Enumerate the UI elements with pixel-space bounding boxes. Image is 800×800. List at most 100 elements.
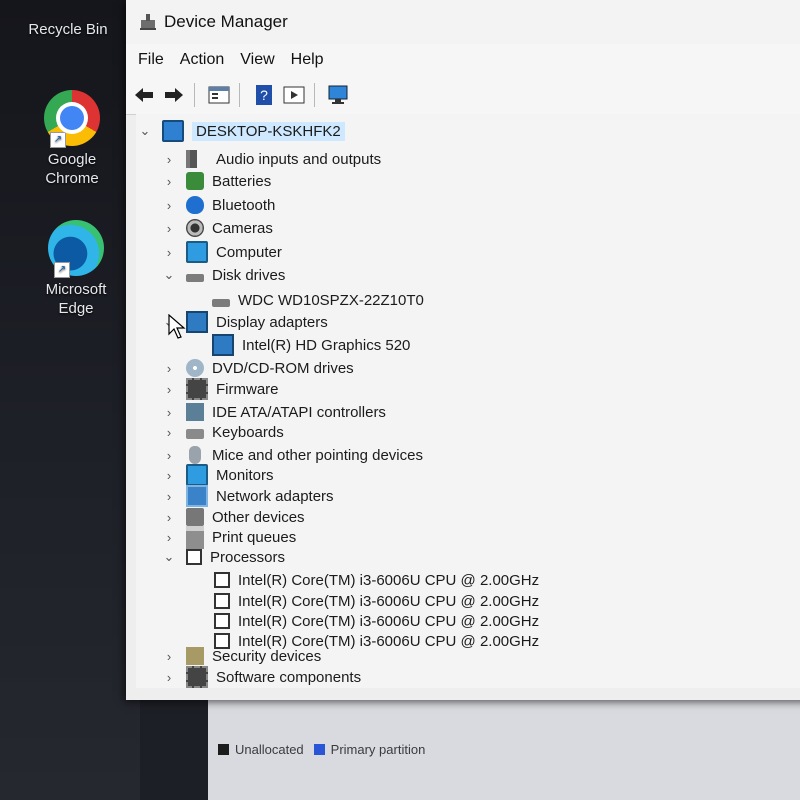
- security-icon: [186, 647, 204, 665]
- tree-node-label: Intel(R) Core(TM) i3-6006U CPU @ 2.00GHz: [238, 592, 540, 610]
- back-button[interactable]: [132, 83, 156, 107]
- software-icon: [186, 666, 208, 688]
- desktop-icon-chrome[interactable]: ↗ Google Chrome: [22, 90, 122, 188]
- tree-node-label: Mice and other pointing devices: [212, 446, 423, 464]
- tree-node-audio[interactable]: › Audio inputs and outputs: [162, 148, 381, 170]
- tree-node-ide[interactable]: › IDE ATA/ATAPI controllers: [162, 401, 386, 423]
- chevron-right-icon[interactable]: ›: [162, 425, 176, 440]
- tree-leaf-cpu[interactable]: Intel(R) Core(TM) i3-6006U CPU @ 2.00GHz: [214, 610, 539, 632]
- monitor-icon: [186, 464, 208, 486]
- chevron-right-icon[interactable]: ›: [162, 152, 176, 167]
- tree-node-display-adapters[interactable]: ⌄ Display adapters: [162, 311, 328, 333]
- mouse-cursor-icon: [168, 314, 186, 339]
- ide-icon: [186, 403, 204, 421]
- other-devices-icon: [186, 508, 204, 526]
- tree-node-label: Software components: [216, 668, 362, 686]
- chevron-right-icon[interactable]: ›: [162, 468, 176, 483]
- tree-leaf-cpu[interactable]: Intel(R) Core(TM) i3-6006U CPU @ 2.00GHz: [214, 569, 539, 591]
- menu-file[interactable]: File: [138, 51, 164, 69]
- recycle-bin-label: Recycle Bin: [28, 21, 108, 38]
- tree-node-security[interactable]: › Security devices: [162, 645, 321, 667]
- bluetooth-icon: [186, 196, 204, 214]
- chevron-right-icon[interactable]: ›: [162, 530, 176, 545]
- menu-action[interactable]: Action: [180, 51, 224, 69]
- tree-node-firmware[interactable]: › Firmware: [162, 378, 279, 400]
- primary-label: Primary partition: [330, 742, 426, 757]
- menu-view[interactable]: View: [240, 51, 274, 69]
- tree-node-label: Audio inputs and outputs: [216, 150, 382, 168]
- processor-icon: [214, 613, 230, 629]
- chevron-right-icon[interactable]: ›: [162, 405, 176, 420]
- primary-swatch: [313, 744, 325, 755]
- toolbar-separator: [239, 83, 240, 107]
- tree-node-other[interactable]: › Other devices: [162, 506, 305, 528]
- display-adapter-icon: [186, 311, 208, 333]
- chevron-down-icon[interactable]: ⌄: [138, 123, 152, 138]
- help-icon: ?: [256, 85, 272, 105]
- tree-node-label: WDC WD10SPZX-22Z10T0: [238, 291, 424, 309]
- chevron-down-icon[interactable]: ⌄: [162, 267, 176, 282]
- edge-icon: ↗: [48, 220, 104, 278]
- desktop-icon-edge[interactable]: ↗ Microsoft Edge: [26, 220, 126, 318]
- chevron-right-icon[interactable]: ›: [162, 198, 176, 213]
- battery-icon: [186, 172, 204, 190]
- tree-node-mice[interactable]: › Mice and other pointing devices: [162, 444, 423, 466]
- processor-icon: [214, 572, 230, 588]
- chevron-right-icon[interactable]: ›: [162, 510, 176, 525]
- chrome-label: Google Chrome: [45, 151, 99, 187]
- tree-node-label: Firmware: [216, 380, 279, 398]
- chevron-right-icon[interactable]: ›: [162, 448, 176, 463]
- processor-icon: [214, 593, 230, 609]
- network-icon: [186, 485, 208, 507]
- tree-node-network[interactable]: › Network adapters: [162, 485, 334, 507]
- title-bar[interactable]: Device Manager: [126, 0, 800, 44]
- chevron-down-icon[interactable]: ⌄: [162, 549, 176, 564]
- tree-node-dvd[interactable]: › DVD/CD-ROM drives: [162, 357, 354, 379]
- keyboard-icon: [186, 429, 204, 439]
- shortcut-arrow-icon: ↗: [54, 262, 70, 278]
- help-button[interactable]: ?: [252, 83, 276, 107]
- chevron-right-icon[interactable]: ›: [162, 649, 176, 664]
- tree-leaf-graphics[interactable]: Intel(R) HD Graphics 520: [212, 334, 410, 356]
- tree-node-label: Monitors: [216, 466, 274, 484]
- menu-bar: File Action View Help: [126, 44, 800, 76]
- toolbar: ?: [126, 76, 800, 115]
- chevron-right-icon[interactable]: ›: [162, 670, 176, 685]
- tree-node-bluetooth[interactable]: › Bluetooth: [162, 194, 275, 216]
- svg-text:?: ?: [260, 87, 268, 103]
- forward-button[interactable]: [162, 83, 186, 107]
- menu-help[interactable]: Help: [291, 51, 324, 69]
- tree-leaf-disk[interactable]: WDC WD10SPZX-22Z10T0: [212, 289, 424, 311]
- tree-node-software[interactable]: › Software components: [162, 666, 361, 688]
- chevron-right-icon[interactable]: ›: [162, 489, 176, 504]
- desktop-icon-recycle-bin[interactable]: Recycle Bin: [18, 20, 118, 39]
- chevron-right-icon[interactable]: ›: [162, 361, 176, 376]
- tree-node-label: Disk drives: [212, 266, 286, 284]
- unallocated-label: Unallocated: [235, 742, 304, 757]
- tree-node-cameras[interactable]: › Cameras: [162, 217, 273, 239]
- chevron-right-icon[interactable]: ›: [162, 174, 176, 189]
- chevron-right-icon[interactable]: ›: [162, 221, 176, 236]
- tree-node-processors[interactable]: ⌄ Processors: [162, 546, 285, 568]
- chevron-right-icon[interactable]: ›: [162, 245, 176, 260]
- scan-hardware-button[interactable]: [327, 83, 351, 107]
- chevron-right-icon[interactable]: ›: [162, 382, 176, 397]
- disk-icon: [212, 299, 230, 307]
- window-title: Device Manager: [164, 12, 288, 31]
- tree-node-computer[interactable]: › Computer: [162, 241, 282, 263]
- tree-node-label: Processors: [210, 548, 286, 566]
- tree-node-print-queues[interactable]: › Print queues: [162, 525, 296, 549]
- chrome-icon: ↗: [44, 90, 100, 148]
- tree-node-monitors[interactable]: › Monitors: [162, 464, 274, 486]
- tree-node-label: Computer: [216, 243, 282, 261]
- tree-leaf-cpu[interactable]: Intel(R) Core(TM) i3-6006U CPU @ 2.00GHz: [214, 590, 539, 612]
- unallocated-swatch: [218, 744, 229, 755]
- tree-root[interactable]: ⌄ DESKTOP-KSKHFK2: [138, 120, 345, 142]
- tree-node-label: Network adapters: [216, 487, 334, 505]
- tree-node-batteries[interactable]: › Batteries: [162, 170, 271, 192]
- properties-button[interactable]: [207, 83, 231, 107]
- tree-node-disk-drives[interactable]: ⌄ Disk drives: [162, 264, 286, 286]
- tree-node-keyboards[interactable]: › Keyboards: [162, 421, 284, 443]
- run-button[interactable]: [282, 83, 306, 107]
- toolbar-separator: [314, 83, 315, 107]
